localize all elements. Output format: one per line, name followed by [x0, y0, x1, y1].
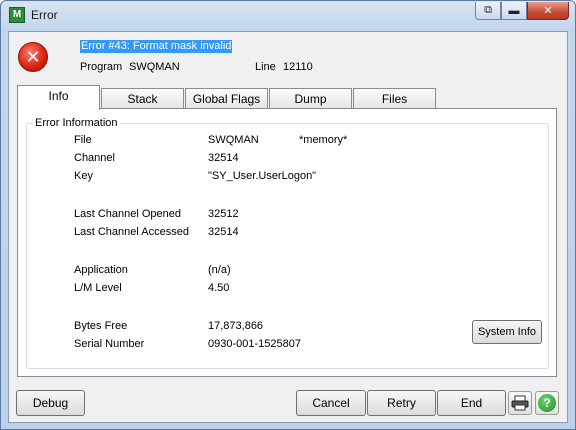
channel-value: 32514	[208, 152, 239, 164]
restore-button[interactable]: ⧉	[475, 2, 501, 20]
close-button[interactable]: ✕	[527, 2, 569, 20]
print-button[interactable]	[508, 391, 532, 415]
last-channel-accessed-value: 32514	[208, 226, 239, 238]
minimize-button[interactable]: ▬	[501, 2, 527, 20]
key-label: Key	[74, 170, 93, 182]
channel-label: Channel	[74, 152, 115, 164]
end-button[interactable]: End	[437, 390, 506, 416]
file-value: SWQMAN	[208, 134, 259, 146]
tab-dump[interactable]: Dump	[269, 88, 352, 109]
error-message[interactable]: Error #43: Format mask invalid	[80, 40, 233, 53]
bytes-free-label: Bytes Free	[74, 320, 128, 332]
group-label: Error Information	[33, 117, 120, 129]
serial-number-value: 0930-001-1525807	[208, 338, 301, 350]
program-value: SWQMAN	[129, 61, 180, 73]
title-bar[interactable]: M Error ⧉ ▬ ✕	[1, 1, 575, 31]
last-channel-opened-label: Last Channel Opened	[74, 208, 182, 220]
minimize-icon: ▬	[508, 4, 520, 17]
tab-info[interactable]: Info	[17, 85, 100, 110]
app-icon: M	[9, 7, 25, 23]
error-information-group: Error Information File SWQMAN *memory* C…	[26, 117, 549, 369]
tab-stack[interactable]: Stack	[101, 88, 184, 109]
restore-icon: ⧉	[484, 4, 492, 16]
last-channel-opened-value: 32512	[208, 208, 239, 220]
error-icon: ✕	[18, 42, 48, 72]
help-icon: ?	[538, 394, 556, 412]
serial-number-label: Serial Number	[74, 338, 145, 350]
window-controls: ⧉ ▬ ✕	[475, 2, 569, 20]
lm-level-label: L/M Level	[74, 282, 122, 294]
tab-files[interactable]: Files	[353, 88, 436, 109]
lm-level-value: 4.50	[208, 282, 230, 294]
close-icon: ✕	[543, 5, 553, 17]
printer-icon	[511, 395, 529, 411]
line-value: 12110	[283, 61, 313, 73]
file-extra: *memory*	[299, 134, 348, 146]
window-title: Error	[31, 8, 58, 22]
system-info-button[interactable]: System Info	[472, 320, 542, 344]
help-button[interactable]: ?	[535, 391, 559, 415]
error-window: M Error ⧉ ▬ ✕ ✕ Error #43: Format mask i…	[0, 0, 576, 430]
retry-button[interactable]: Retry	[367, 390, 436, 416]
dialog-body: ✕ Error #43: Format mask invalid Program…	[8, 31, 568, 423]
program-label: Program	[80, 61, 123, 73]
debug-button[interactable]: Debug	[16, 390, 85, 416]
info-panel: Error Information File SWQMAN *memory* C…	[17, 108, 557, 377]
last-channel-accessed-label: Last Channel Accessed	[74, 226, 189, 238]
application-value: (n/a)	[208, 264, 231, 276]
file-label: File	[74, 134, 92, 146]
key-value: "SY_User.UserLogon"	[208, 170, 317, 182]
application-label: Application	[74, 264, 128, 276]
bytes-free-value: 17,873,866	[208, 320, 264, 332]
line-label: Line	[255, 61, 276, 73]
tab-global-flags[interactable]: Global Flags	[185, 88, 268, 109]
tab-strip: Info Stack Global Flags Dump Files	[17, 85, 557, 110]
cancel-button[interactable]: Cancel	[296, 390, 366, 416]
